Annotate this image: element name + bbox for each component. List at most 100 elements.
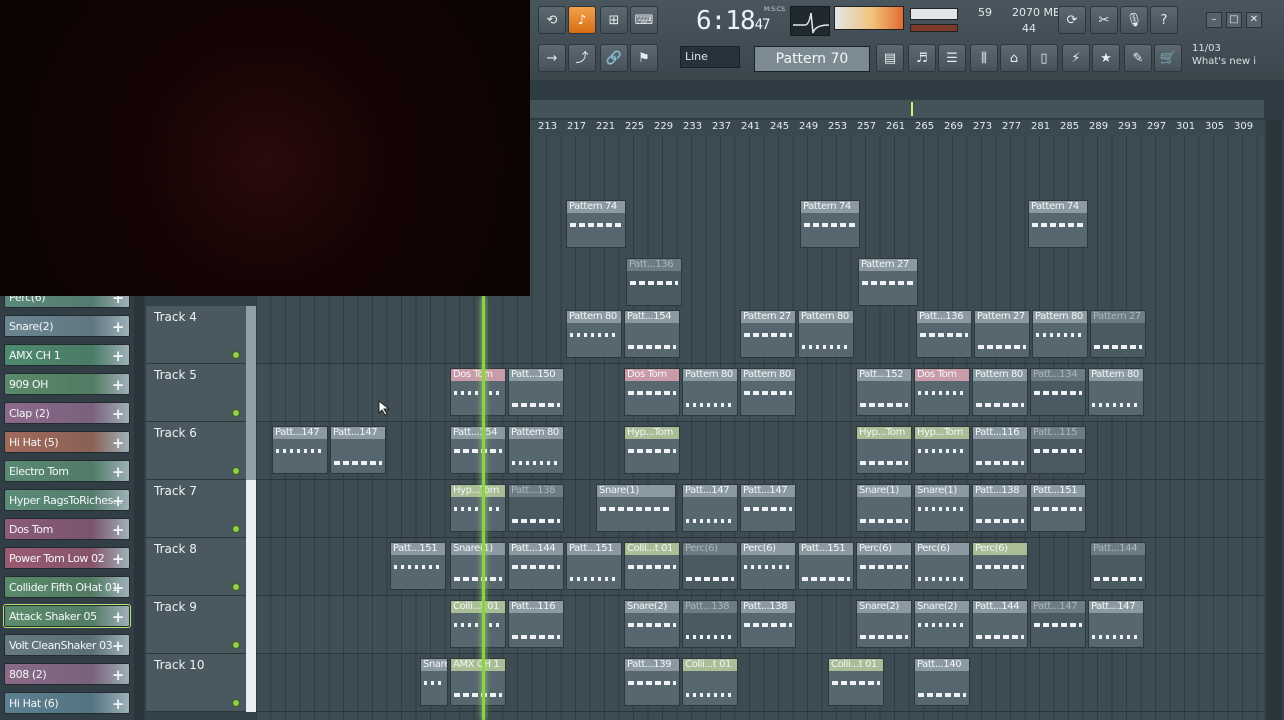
microphone-icon[interactable]: 🎙: [1120, 6, 1148, 34]
playlist-clip[interactable]: Patt...138: [972, 484, 1028, 532]
minimize-icon[interactable]: –: [1206, 12, 1222, 28]
channel-button[interactable]: Hyper RagsToRiches... +: [4, 489, 130, 511]
playlist-clip[interactable]: Patt...154: [624, 310, 680, 358]
playlist-clip[interactable]: Patt...116: [972, 426, 1028, 474]
playlist-clip[interactable]: Hyp...Tom: [450, 484, 506, 532]
playlist-clip[interactable]: Patt...136: [916, 310, 972, 358]
playlist-clip[interactable]: Patt...138: [682, 600, 738, 648]
close-icon[interactable]: ✕: [1246, 12, 1262, 28]
track-header[interactable]: Track 9: [146, 596, 246, 654]
channel-button[interactable]: AMX CH 1 +: [4, 344, 130, 366]
playlist-clip[interactable]: Patt...134: [1030, 368, 1086, 416]
playlist-clip[interactable]: Hyp...Tom: [856, 426, 912, 474]
playlist-clip[interactable]: Pattern 27: [858, 258, 918, 306]
brush-icon[interactable]: ✎: [1124, 44, 1152, 72]
channel-button[interactable]: Attack Shaker 05 +: [3, 604, 131, 628]
track-mute-led[interactable]: [232, 409, 240, 417]
playlist-clip[interactable]: Perc(6): [914, 542, 970, 590]
file-icon[interactable]: ▯: [1030, 44, 1058, 72]
playlist-clip[interactable]: Patt...151: [390, 542, 446, 590]
channel-add-icon[interactable]: +: [110, 432, 126, 452]
playlist-clip[interactable]: Pattern 80: [798, 310, 854, 358]
playlist-clip[interactable]: Perc(6): [682, 542, 738, 590]
channel-add-icon[interactable]: +: [110, 403, 126, 423]
track-mute-led[interactable]: [232, 467, 240, 475]
track-header[interactable]: Track 8: [146, 538, 246, 596]
playlist-clip[interactable]: Pattern 80: [972, 368, 1028, 416]
track-header[interactable]: Track 6: [146, 422, 246, 480]
playlist-clip[interactable]: Patt...147: [1088, 600, 1144, 648]
piano-roll-icon[interactable]: ♬: [908, 44, 936, 72]
channel-button[interactable]: Clap (2) +: [4, 402, 130, 424]
playlist-clip[interactable]: Patt...140: [914, 658, 970, 706]
playlist-clip[interactable]: Dos Tom: [914, 368, 970, 416]
playlist-clip[interactable]: Hyp...Tom: [914, 426, 970, 474]
playlist-clip[interactable]: Pattern 80: [740, 368, 796, 416]
channel-add-icon[interactable]: +: [110, 635, 126, 655]
playlist-clip[interactable]: Dos Tom: [450, 368, 506, 416]
playlist-clip[interactable]: Snare(1): [596, 484, 676, 532]
playlist-clip[interactable]: AMX CH 1: [450, 658, 506, 706]
playlist-clip[interactable]: Patt...139: [624, 658, 680, 706]
playlist-clip[interactable]: Patt...116: [508, 600, 564, 648]
playlist-clip[interactable]: Pattern 27: [740, 310, 796, 358]
browser-icon[interactable]: ⌂: [1000, 44, 1028, 72]
timeline-ruler[interactable]: 213 217 221 225 229 233 237 241 245 249 253 257 261 2…: [530, 120, 1264, 136]
playlist-clip[interactable]: Patt...147: [740, 484, 796, 532]
playlist-clip[interactable]: Patt...144: [508, 542, 564, 590]
pattern-selector[interactable]: Pattern 70: [754, 46, 870, 72]
channel-add-icon[interactable]: +: [110, 374, 126, 394]
channel-button[interactable]: 808 (2) +: [4, 663, 130, 685]
playlist-clip[interactable]: Snare(2): [624, 600, 680, 648]
playlist-clip[interactable]: Pattern 74: [566, 200, 626, 248]
playlist-clip[interactable]: Patt...150: [508, 368, 564, 416]
playlist-clip[interactable]: Snare(1): [914, 484, 970, 532]
track-mute-led[interactable]: [232, 351, 240, 359]
news-panel[interactable]: 11/03 What's new i: [1192, 42, 1272, 68]
playlist-clip[interactable]: Patt...151: [798, 542, 854, 590]
playlist-clip[interactable]: Hyp...Tom: [624, 426, 680, 474]
channel-add-icon[interactable]: +: [110, 606, 126, 626]
playlist-clip[interactable]: Patt...138: [508, 484, 564, 532]
maximize-icon[interactable]: □: [1226, 12, 1242, 28]
channel-add-icon[interactable]: +: [110, 548, 126, 568]
playlist-clip[interactable]: Perc(6): [972, 542, 1028, 590]
cut-tool-icon[interactable]: ✂: [1090, 6, 1118, 34]
playlist-icon[interactable]: ▤: [876, 44, 904, 72]
playlist-overview-scrollbar[interactable]: [530, 100, 1264, 118]
playlist-clip[interactable]: Pattern 80: [1088, 368, 1144, 416]
track-mute-led[interactable]: [232, 525, 240, 533]
channel-rack-scrollbar[interactable]: [134, 290, 144, 720]
playlist-clip[interactable]: Pattern 80: [508, 426, 564, 474]
playhead-marker[interactable]: [482, 296, 485, 720]
playlist-clip[interactable]: Patt...152: [856, 368, 912, 416]
curve-icon[interactable]: ⤴: [568, 44, 596, 72]
playlist-clip[interactable]: Pattern 80: [682, 368, 738, 416]
channel-button[interactable]: Hi Hat (6) +: [4, 692, 130, 714]
playlist-clip[interactable]: Colli...t 01: [450, 600, 506, 648]
playlist-clip[interactable]: Patt...147: [272, 426, 328, 474]
playlist-clip[interactable]: Patt...144: [972, 600, 1028, 648]
blend-notes-icon[interactable]: ⊞: [600, 6, 628, 34]
wizard-icon[interactable]: ★: [1092, 44, 1120, 72]
track-header[interactable]: Track 4: [146, 306, 246, 364]
playlist-clip[interactable]: Pattern 80: [1032, 310, 1088, 358]
playlist-clip[interactable]: Dos Tom: [624, 368, 680, 416]
channel-button[interactable]: Hi Hat (5) +: [4, 431, 130, 453]
channel-add-icon[interactable]: +: [110, 316, 126, 336]
track-header[interactable]: Track 7: [146, 480, 246, 538]
track-mute-led[interactable]: [232, 641, 240, 649]
channel-button[interactable]: 909 OH +: [4, 373, 130, 395]
typing-keyboard-icon[interactable]: ⌨: [630, 6, 658, 34]
playlist-clip[interactable]: Pattern 74: [1028, 200, 1088, 248]
snap-select[interactable]: Line: [680, 46, 740, 68]
mixer-icon[interactable]: ⫼: [970, 44, 998, 72]
channel-add-icon[interactable]: +: [110, 664, 126, 684]
playlist-clip[interactable]: Patt...144: [1090, 542, 1146, 590]
playlist-clip[interactable]: Patt...115: [1030, 426, 1086, 474]
channel-button[interactable]: Snare(2) +: [4, 315, 130, 337]
playlist-clip[interactable]: Patt...147: [1030, 600, 1086, 648]
channel-add-icon[interactable]: +: [110, 577, 126, 597]
help-icon[interactable]: ?: [1150, 6, 1178, 34]
playlist-clip[interactable]: Patt...151: [566, 542, 622, 590]
